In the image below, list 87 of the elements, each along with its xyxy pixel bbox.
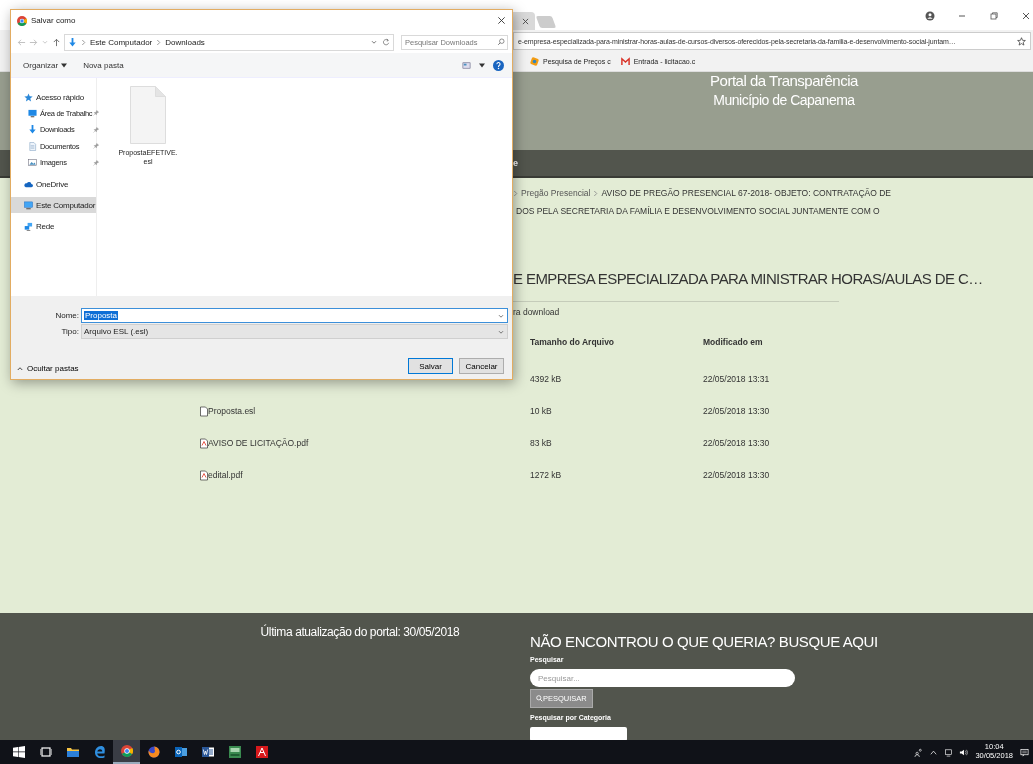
blank-file-icon <box>130 86 166 144</box>
pdf-file-icon <box>200 437 208 449</box>
file-size: 83 kB <box>530 437 553 450</box>
chevron-right-icon <box>513 189 518 197</box>
chevron-right-icon <box>156 38 162 46</box>
file-link[interactable]: AVISO DE LICITAÇÃO.pdf <box>200 437 309 449</box>
chevron-right-icon <box>81 38 86 46</box>
nav-pane-item[interactable]: OneDrive <box>11 176 96 192</box>
file-date: 22/05/2018 13:30 <box>703 405 771 418</box>
app-logo-icon <box>530 57 539 66</box>
chrome-icon <box>17 15 27 26</box>
dialog-title: Salvar como <box>31 16 76 25</box>
field-label: Nome: <box>54 311 80 320</box>
column-header: Modificado em <box>703 336 764 349</box>
volume-icon[interactable] <box>959 747 969 757</box>
breadcrumb-link[interactable]: Pregão Presencial <box>521 188 591 198</box>
pdf-app-icon[interactable] <box>255 746 268 758</box>
caret-down-icon[interactable] <box>479 62 485 68</box>
network-icon <box>24 221 33 231</box>
browser-e-icon[interactable] <box>93 746 106 758</box>
star-icon <box>24 92 33 102</box>
file-size: 10 kB <box>530 405 553 418</box>
path-bar[interactable]: Este Computador Downloads <box>64 33 394 51</box>
file-type-dropdown[interactable]: Arquivo ESL (.esl) <box>81 324 508 339</box>
pdf-file-icon <box>200 469 208 481</box>
help-icon[interactable] <box>493 59 504 71</box>
search-field[interactable]: Pesquisar... <box>530 669 795 687</box>
save-button[interactable]: Salvar <box>408 358 453 374</box>
search-heading: NÃO ENCONTROU O QUE QUERIA? BUSQUE AQUI <box>530 633 878 650</box>
path-segment[interactable]: Este Computador <box>90 37 153 47</box>
path-segment[interactable]: Downloads <box>165 37 205 47</box>
hide-folders-button[interactable]: Ocultar pastas <box>17 363 79 373</box>
close-icon[interactable] <box>497 16 506 25</box>
desktop-icon <box>28 108 37 118</box>
caret-up-icon <box>17 365 23 371</box>
field-label: Tipo: <box>60 327 80 336</box>
site-title: Portal da Transparência <box>710 72 858 89</box>
search-icon <box>536 695 543 702</box>
nav-pane-item[interactable]: Acesso rápido <box>11 89 96 105</box>
file-icon <box>200 405 208 417</box>
refresh-icon[interactable] <box>382 38 390 46</box>
nav-link[interactable]: e <box>513 158 518 168</box>
network-icon[interactable] <box>944 747 954 757</box>
notification-icon[interactable] <box>1020 747 1029 757</box>
section-label: ra download <box>513 307 561 317</box>
download-arrow-icon <box>68 37 77 47</box>
nav-pane-item[interactable]: Este Computador <box>11 197 96 213</box>
chrome-icon[interactable] <box>120 745 133 757</box>
star-icon[interactable] <box>1017 36 1026 46</box>
file-link[interactable]: edital.pdf <box>200 469 243 481</box>
file-size: 1272 kB <box>530 469 563 482</box>
caret-down-icon <box>61 62 68 68</box>
people-icon[interactable] <box>914 747 924 757</box>
file-date: 22/05/2018 13:31 <box>703 373 771 386</box>
file-name-field[interactable]: Proposta <box>81 308 508 323</box>
breadcrumb-current: AVISO DE PREGÃO PRESENCIAL 67-2018- OBJETO: CONTRATAÇÃO DE <box>601 188 892 198</box>
site-subtitle: Município de Capanema <box>713 92 855 108</box>
up-arrow-icon[interactable] <box>52 37 61 47</box>
page-heading: E EMPRESA ESPECIALIZADA PARA MINISTRAR HORAS/AULAS DE C… <box>513 270 984 287</box>
app-tile-icon[interactable] <box>228 746 241 758</box>
cancel-button[interactable]: Cancelar <box>459 358 504 374</box>
file-date: 22/05/2018 13:30 <box>703 437 771 450</box>
nav-pane-item[interactable]: Rede <box>11 218 96 234</box>
computer-icon <box>24 200 33 210</box>
file-size: 4392 kB <box>530 373 563 386</box>
close-icon[interactable] <box>522 17 529 25</box>
image-icon <box>28 158 37 168</box>
document-app-icon[interactable] <box>201 746 214 758</box>
profile-icon[interactable] <box>925 11 935 21</box>
organize-button[interactable]: Organizar <box>19 60 72 70</box>
file-date: 22/05/2018 13:30 <box>703 469 771 482</box>
taskbar-button[interactable] <box>113 740 140 764</box>
breadcrumb-current: DOS PELA SECRETARIA DA FAMÍLIA E DESENVOLVIMENTO SOCIAL JUNTAMENTE COM O <box>516 206 881 216</box>
windows-logo-icon[interactable] <box>12 746 25 758</box>
new-folder-button[interactable]: Nova pasta <box>79 60 128 70</box>
last-update-text: Última atualização do portal: 30/05/2018 <box>260 625 460 639</box>
task-view-icon[interactable] <box>39 746 52 758</box>
restore-icon[interactable] <box>989 11 999 21</box>
cloud-icon <box>24 179 33 189</box>
chevron-right-icon <box>593 189 599 197</box>
file-link[interactable]: Proposta.esl <box>200 405 256 417</box>
column-header: Tamanho do Arquivo <box>530 336 616 349</box>
document-icon <box>28 141 37 151</box>
folder-icon[interactable] <box>66 746 79 758</box>
mail-logo-icon <box>620 57 630 66</box>
close-icon[interactable] <box>1021 11 1031 21</box>
download-arrow-icon <box>28 125 37 135</box>
